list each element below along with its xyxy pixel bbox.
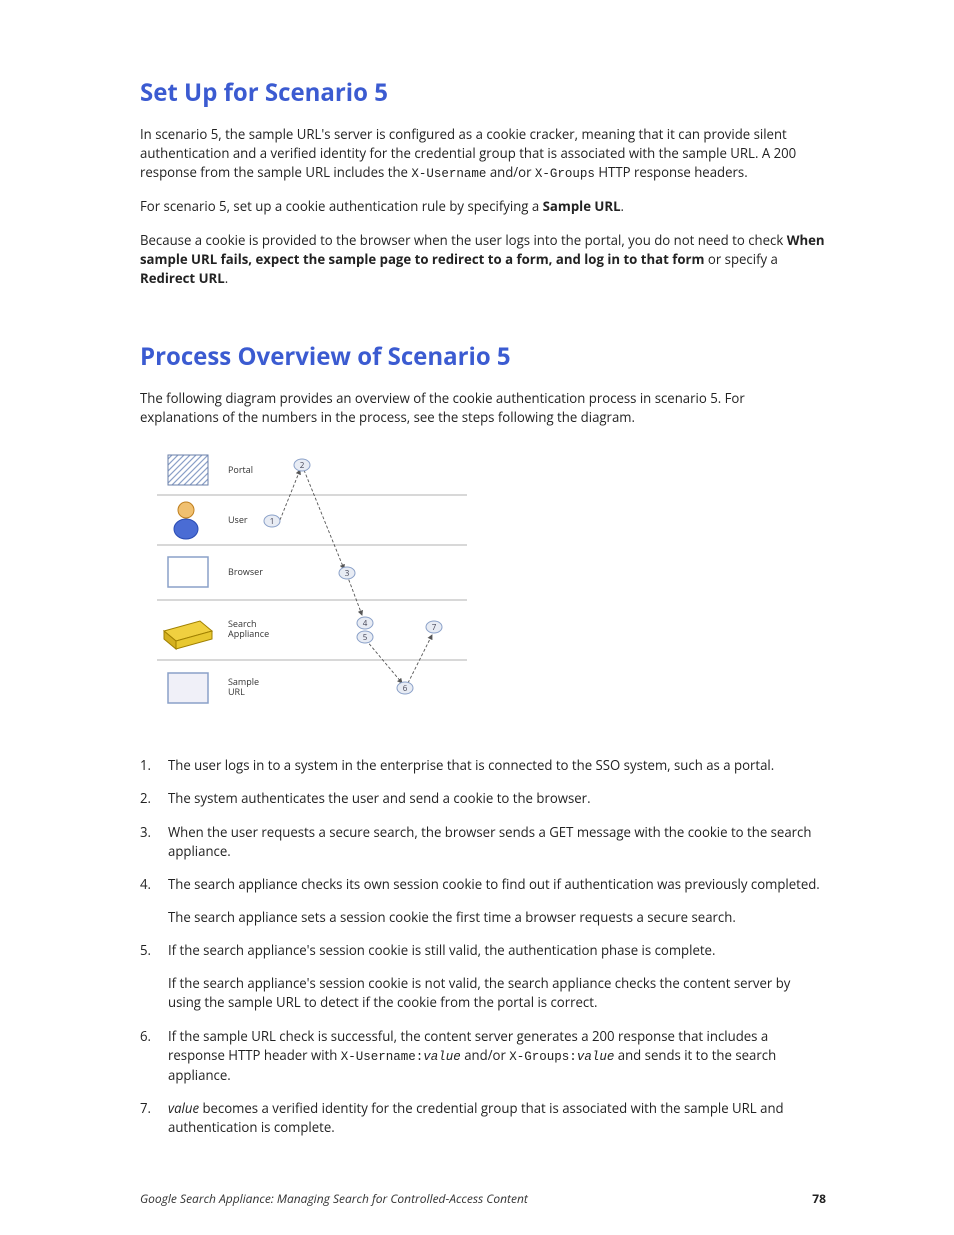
heading-process: Process Overview of Scenario 5: [140, 340, 826, 373]
text: .: [225, 269, 228, 287]
text: The search appliance checks its own sess…: [168, 875, 820, 893]
process-diagram: Portal User Browser SearchAppliance Samp…: [152, 445, 826, 730]
diagram-label-portal: Portal: [228, 463, 253, 476]
text: Because a cookie is provided to the brow…: [140, 231, 787, 249]
setup-para-1: In scenario 5, the sample URL's server i…: [140, 125, 826, 183]
text: The search appliance sets a session cook…: [168, 908, 826, 927]
inline-code-italic: value: [577, 1050, 615, 1064]
footer-title: Google Search Appliance: Managing Search…: [140, 1190, 528, 1207]
inline-code: X-Groups: [535, 167, 595, 181]
page-number: 78: [812, 1190, 826, 1207]
list-item: The user logs in to a system in the ente…: [140, 756, 826, 775]
diagram-bubble: 1: [270, 516, 275, 527]
diagram-bubble: 3: [345, 568, 350, 579]
inline-code: X-Username:: [341, 1050, 424, 1064]
diagram-svg: Portal User Browser SearchAppliance Samp…: [152, 445, 472, 725]
diagram-bubble: 6: [403, 683, 408, 694]
text: and/or: [486, 163, 535, 181]
setup-para-2: For scenario 5, set up a cookie authenti…: [140, 197, 826, 216]
list-item: value becomes a verified identity for th…: [140, 1099, 826, 1137]
diagram-bubble: 2: [300, 460, 305, 471]
list-item: When the user requests a secure search, …: [140, 823, 826, 861]
diagram-bubble: 5: [363, 632, 368, 643]
text: If the search appliance's session cookie…: [168, 941, 715, 959]
text: If the search appliance's session cookie…: [168, 974, 826, 1012]
diagram-bubble: 4: [363, 618, 368, 629]
diagram-label-sample: SampleURL: [228, 675, 259, 698]
italic-text: value: [168, 1099, 199, 1117]
text: For scenario 5, set up a cookie authenti…: [140, 197, 543, 215]
list-item: If the search appliance's session cookie…: [140, 941, 826, 1012]
inline-code: X-Username: [411, 167, 486, 181]
text: .: [621, 197, 624, 215]
list-item: The system authenticates the user and se…: [140, 789, 826, 808]
page-footer: Google Search Appliance: Managing Search…: [140, 1190, 826, 1207]
setup-para-3: Because a cookie is provided to the brow…: [140, 231, 826, 288]
bold-text: Redirect URL: [140, 269, 225, 287]
heading-setup: Set Up for Scenario 5: [140, 76, 826, 109]
list-item: The search appliance checks its own sess…: [140, 875, 826, 927]
inline-code-italic: value: [423, 1050, 461, 1064]
text: and/or: [461, 1046, 510, 1064]
text: or specify a: [705, 250, 778, 268]
inline-code: X-Groups:: [509, 1050, 577, 1064]
diagram-bubble: 7: [432, 622, 437, 633]
diagram-label-browser: Browser: [228, 565, 263, 578]
list-item: If the sample URL check is successful, t…: [140, 1027, 826, 1085]
diagram-label-user: User: [228, 513, 248, 526]
text: HTTP response headers.: [595, 163, 748, 181]
diagram-label-appliance: SearchAppliance: [228, 617, 269, 640]
document-page: Set Up for Scenario 5 In scenario 5, the…: [0, 0, 954, 1137]
steps-list: The user logs in to a system in the ente…: [140, 756, 826, 1137]
text: becomes a verified identity for the cred…: [168, 1099, 784, 1136]
bold-text: Sample URL: [543, 197, 621, 215]
process-intro: The following diagram provides an overvi…: [140, 389, 826, 427]
